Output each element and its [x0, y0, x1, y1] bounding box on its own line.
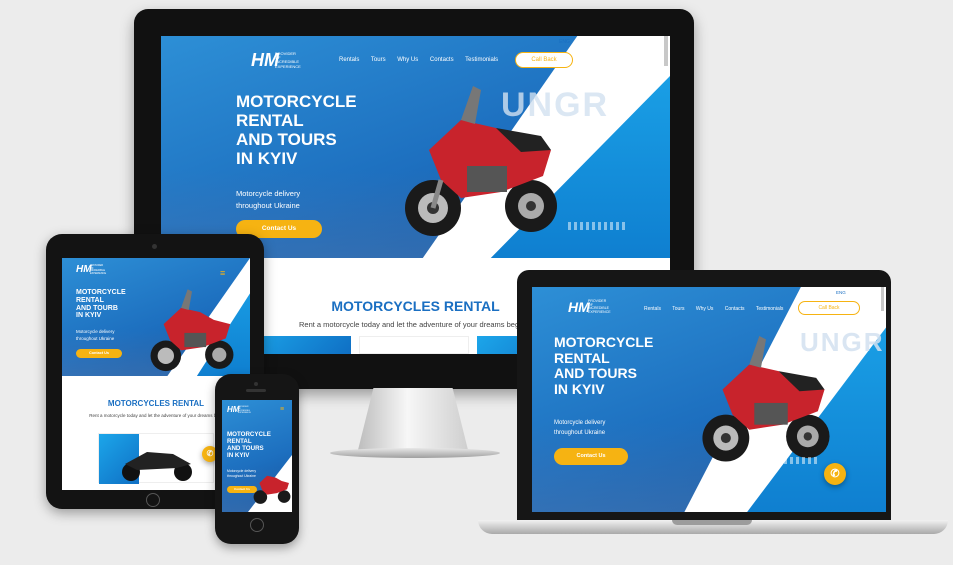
nav-item-testimonials[interactable]: Testimonials — [756, 306, 784, 312]
nav-item-tours[interactable]: Tours — [371, 57, 386, 63]
desktop-scrollbar[interactable] — [664, 36, 668, 66]
laptop-scrollbar[interactable] — [881, 287, 884, 311]
laptop-screen: UNGR HM PROVIDER OF INCREDIBLE EXPERIENCE R… — [532, 287, 886, 512]
brand-logo[interactable]: HM PROVIDER OF INCREDIBLE EXPERIENCE — [227, 405, 251, 414]
brand-logo[interactable]: HM PROVIDER OF INCREDIBLE EXPERIENCE — [76, 264, 106, 275]
desktop-monitor-stand — [358, 388, 468, 450]
hamburger-icon[interactable]: ≡ — [220, 268, 225, 278]
hero-subtitle: Motorcycle delivery throughout Ukraine — [236, 189, 301, 210]
sport-bike-image — [122, 452, 192, 481]
brand-logo[interactable]: HM PROVIDER OF INCREDIBLE EXPERIENCE — [568, 299, 611, 315]
call-back-button[interactable]: Call Back — [798, 301, 860, 315]
rental-card[interactable] — [359, 336, 469, 354]
motorcycle-image — [253, 475, 291, 504]
desktop-hero: UNGR HM PROVIDER OF INCREDIBLE EXPERIENCE R… — [161, 36, 670, 258]
laptop-hero: UNGR HM PROVIDER OF INCREDIBLE EXPERIENCE R… — [532, 287, 886, 512]
phone-speaker — [246, 389, 266, 392]
nav-item-why-us[interactable]: Why Us — [397, 57, 418, 63]
contact-us-button[interactable]: Contact Us — [76, 349, 122, 358]
hero-subtitle: Motorcycle delivery throughout Ukraine — [76, 329, 115, 342]
nav-item-contacts[interactable]: Contacts — [430, 57, 454, 63]
motorcycle-image — [405, 86, 557, 236]
hero-headline: MOTORCYCLE RENTAL AND TOURB IN KYIV — [76, 289, 126, 320]
desktop-monitor-base — [330, 448, 500, 458]
nav-item-tours[interactable]: Tours — [672, 306, 684, 312]
brand-logo[interactable]: HM PROVIDER OF INCREDIBLE EXPERIENCE — [251, 50, 301, 71]
tablet-camera — [152, 244, 157, 249]
nav-item-contacts[interactable]: Contacts — [725, 306, 745, 312]
nav-item-testimonials[interactable]: Testimonials — [465, 57, 498, 63]
language-switch[interactable]: ENG — [559, 39, 570, 45]
tablet-home-button[interactable] — [146, 493, 160, 507]
hero-headline: MOTORCYCLE RENTAL AND TOURS IN KYIV — [227, 431, 271, 459]
language-switch[interactable]: ENG — [836, 290, 846, 295]
motorcycle-image — [150, 289, 234, 372]
phone-hero: HM PROVIDER OF INCREDIBLE EXPERIENCE ≡ MOTO… — [222, 400, 292, 512]
nav-item-why-us[interactable]: Why Us — [696, 306, 714, 312]
rental-card[interactable] — [98, 433, 214, 484]
contact-us-button[interactable]: Contact Us — [554, 448, 628, 465]
rental-section-subtitle: Rent a motorcycle today and let the adve… — [89, 413, 225, 418]
hamburger-icon[interactable]: ≡ — [280, 406, 284, 413]
laptop-nav: Rentals Tours Why Us Contacts Testimonia… — [644, 306, 793, 312]
hero-subtitle: Motorcycle delivery throughout Ukraine — [554, 420, 606, 436]
phone-screen: HM PROVIDER OF INCREDIBLE EXPERIENCE ≡ MOTO… — [222, 400, 292, 512]
hero-headline: MOTORCYCLE RENTAL AND TOURS IN KYIV — [236, 92, 357, 169]
hero-headline: MOTORCYCLE RENTAL AND TOURS IN KYIV — [554, 334, 654, 398]
nav-item-rentals[interactable]: Rentals — [339, 57, 359, 63]
nav-item-rentals[interactable]: Rentals — [644, 306, 661, 312]
call-back-button[interactable]: Call Back — [515, 52, 573, 68]
tablet-hero: HM PROVIDER OF INCREDIBLE EXPERIENCE ≡ MOTO… — [62, 258, 250, 376]
laptop-notch — [672, 520, 752, 525]
phone-icon[interactable]: ✆ — [824, 463, 846, 485]
desktop-nav: Rentals Tours Why Us Contacts Testimonia… — [339, 57, 508, 63]
brand-tagline: PROVIDER OF INCREDIBLE EXPERIENCE — [275, 51, 301, 69]
phone-home-button[interactable] — [250, 518, 264, 532]
motorcycle-image — [702, 336, 830, 462]
phone-camera — [254, 382, 258, 386]
